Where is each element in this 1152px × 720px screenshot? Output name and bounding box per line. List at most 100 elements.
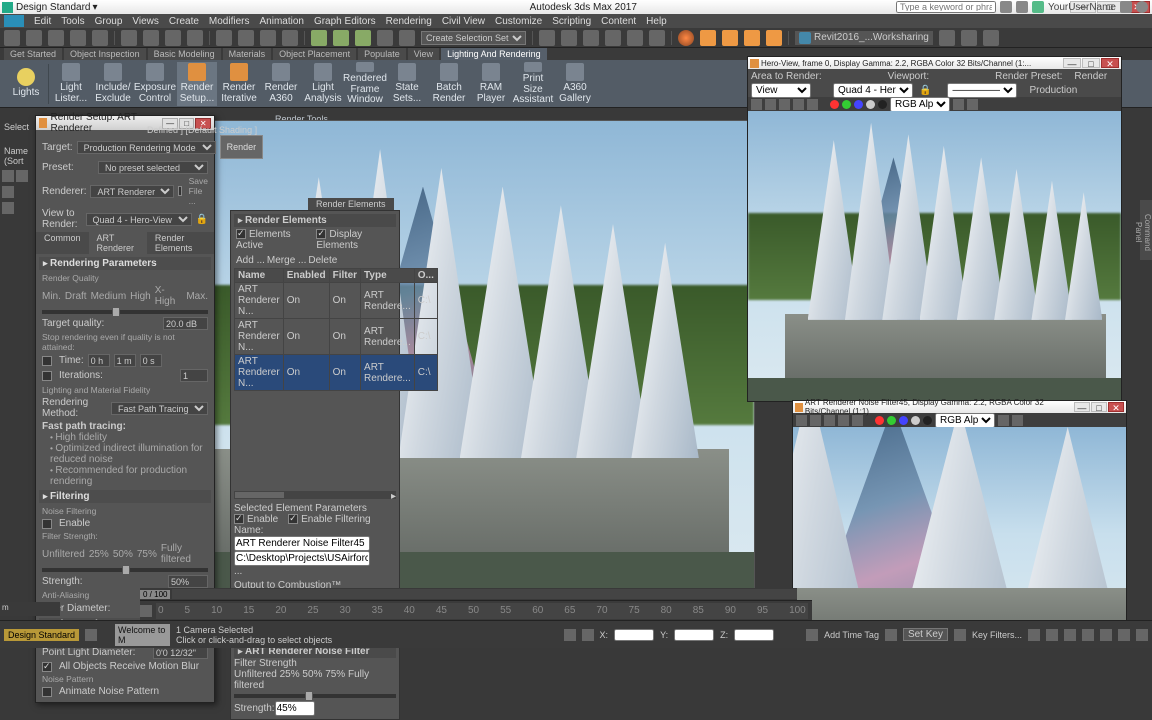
ribbon-exposure[interactable]: Exposure Control (135, 62, 175, 106)
save-icon[interactable] (796, 415, 807, 426)
render-button[interactable]: Render (1074, 71, 1107, 82)
channel-dropdown[interactable]: RGB Alpha (890, 97, 950, 112)
coord-x[interactable] (614, 629, 654, 641)
close-button[interactable]: ✕ (1108, 402, 1124, 412)
delete-button[interactable]: Delete (308, 255, 337, 266)
channel-a[interactable] (911, 416, 920, 425)
lock-icon[interactable]: 🔒 (919, 85, 931, 96)
clone-icon[interactable] (824, 415, 835, 426)
snap-icon[interactable] (311, 30, 327, 46)
clone-icon[interactable] (779, 99, 790, 110)
viewport-label[interactable]: Defined ] [Default Shading ] (147, 125, 257, 135)
search-input[interactable] (896, 1, 996, 13)
menu-edit[interactable]: Edit (34, 16, 51, 27)
username[interactable]: YourUserName (1048, 2, 1116, 13)
render-frame-icon[interactable] (722, 30, 738, 46)
ribbon-renderiterative[interactable]: Render Iterative (219, 62, 259, 106)
setkey-button[interactable]: Set Key (903, 628, 948, 641)
timeline-ruler[interactable]: 0510152025303540455055606570758085909510… (140, 600, 812, 620)
play-prev-icon[interactable] (1028, 629, 1040, 641)
eye-icon[interactable] (2, 170, 14, 182)
app-menu-button[interactable] (4, 15, 24, 27)
print-icon[interactable] (793, 99, 804, 110)
noise-strength-slider[interactable] (42, 568, 208, 572)
menu-rendering[interactable]: Rendering (386, 16, 432, 27)
lock-icon[interactable]: 🔒 (196, 214, 208, 225)
displayelements-checkbox[interactable] (316, 229, 326, 239)
minimize-button[interactable]: — (1074, 402, 1090, 412)
time-m[interactable] (114, 354, 136, 367)
enable-noise-checkbox[interactable] (42, 519, 52, 529)
element-path-field[interactable] (234, 551, 370, 566)
ribbon-lights[interactable]: Lights (6, 62, 46, 106)
link-icon[interactable] (48, 30, 64, 46)
time-slider[interactable] (172, 589, 797, 599)
ribbon-includeexclude[interactable]: Include/ Exclude (93, 62, 133, 106)
time-checkbox[interactable] (42, 356, 52, 366)
close-button[interactable]: ✕ (1101, 58, 1119, 68)
iter-field[interactable] (180, 369, 208, 382)
align-icon[interactable] (561, 30, 577, 46)
tab-basicmodeling[interactable]: Basic Modeling (148, 48, 221, 60)
menu-tools[interactable]: Tools (61, 16, 84, 27)
quality-slider[interactable] (42, 310, 208, 314)
unlink-icon[interactable] (70, 30, 86, 46)
maximize-button[interactable]: □ (1091, 402, 1107, 412)
keyfilters-button[interactable]: Key Filters... (972, 630, 1022, 640)
selenable-checkbox[interactable] (234, 514, 244, 524)
nav-pan-icon[interactable] (1082, 629, 1094, 641)
menu-views[interactable]: Views (132, 16, 159, 27)
ribbon-printsize[interactable]: Print Size Assistant (513, 62, 553, 106)
iter-checkbox[interactable] (42, 371, 52, 381)
elem-strength-slider[interactable] (234, 694, 396, 698)
time-s[interactable] (140, 354, 162, 367)
tab-objectinspection[interactable]: Object Inspection (64, 48, 146, 60)
ws-plus-icon[interactable] (85, 629, 97, 641)
recent-file-chip[interactable]: Revit2016_...Worksharing (795, 31, 933, 45)
rotate-icon[interactable] (238, 30, 254, 46)
animatenoise-checkbox[interactable] (42, 687, 52, 697)
tool-extra1-icon[interactable] (939, 30, 955, 46)
print-icon[interactable] (838, 415, 849, 426)
layerbar-icon[interactable] (605, 30, 621, 46)
help-icon[interactable] (1136, 1, 1148, 13)
tab-materials[interactable]: Materials (223, 48, 272, 60)
menu-content[interactable]: Content (601, 16, 636, 27)
channel-r[interactable] (875, 416, 884, 425)
close-x-icon[interactable] (1120, 1, 1132, 13)
channel-r[interactable] (830, 100, 839, 109)
tab-common[interactable]: Common (36, 232, 89, 254)
select-rect-icon[interactable] (165, 30, 181, 46)
channel-a[interactable] (866, 100, 875, 109)
tab-lightingrendering[interactable]: Lighting And Rendering (441, 48, 547, 60)
minimize-button[interactable]: — (1063, 58, 1081, 68)
menu-modifiers[interactable]: Modifiers (209, 16, 250, 27)
tab-artrenderer[interactable]: ART Renderer (89, 232, 147, 254)
tree2-icon[interactable] (2, 202, 14, 214)
channel-mono[interactable] (878, 100, 887, 109)
material-icon[interactable] (678, 30, 694, 46)
preset-dropdown[interactable]: No preset selected (98, 161, 208, 174)
menu-customize[interactable]: Customize (495, 16, 542, 27)
selection-set-dropdown[interactable]: Create Selection Set (421, 31, 526, 45)
spinner-icon[interactable] (377, 30, 393, 46)
section-filtering[interactable]: ▸ Filtering (39, 490, 211, 503)
freeze-icon[interactable] (16, 170, 28, 182)
undo-icon[interactable] (4, 30, 20, 46)
target-dropdown[interactable]: Production Rendering Mode (77, 141, 216, 154)
menu-create[interactable]: Create (169, 16, 199, 27)
channel-b[interactable] (854, 100, 863, 109)
menu-animation[interactable]: Animation (259, 16, 303, 27)
table-row[interactable]: ART Renderer N...OnOnART Rendere...C:\ (235, 355, 438, 391)
clear-icon[interactable] (807, 99, 818, 110)
render-a360-icon[interactable] (766, 30, 782, 46)
tab-view[interactable]: View (408, 48, 439, 60)
infocenter-icon[interactable] (1000, 1, 1012, 13)
bind-icon[interactable] (92, 30, 108, 46)
selenablefilt-checkbox[interactable] (288, 514, 298, 524)
play-start-icon[interactable] (140, 605, 152, 617)
channel-dropdown[interactable]: RGB Alpha (935, 413, 995, 428)
channel-g[interactable] (842, 100, 851, 109)
autokey-icon[interactable] (885, 629, 897, 641)
elementsactive-checkbox[interactable] (236, 229, 246, 239)
